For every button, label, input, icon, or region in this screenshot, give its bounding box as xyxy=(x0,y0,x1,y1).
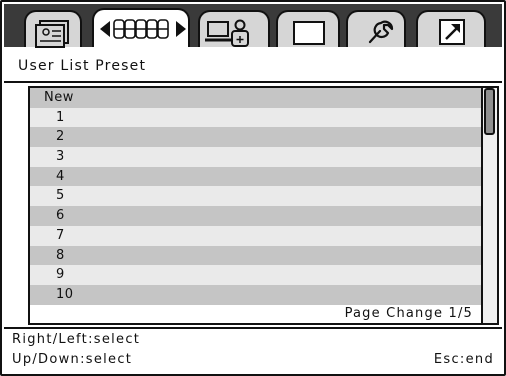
tab-user-list[interactable] xyxy=(24,10,82,48)
tab-bar xyxy=(4,4,502,48)
user-computer-icon xyxy=(205,19,249,47)
preset-rows: New 1 2 3 4 5 6 7 8 9 10 xyxy=(30,88,483,305)
tab-blank-display[interactable] xyxy=(276,10,340,47)
footer-divider xyxy=(4,327,502,329)
tab-export[interactable] xyxy=(416,10,486,47)
list-item[interactable]: 6 xyxy=(30,206,483,226)
title-divider xyxy=(4,81,502,83)
list-item[interactable]: 3 xyxy=(30,147,483,167)
preset-list: New 1 2 3 4 5 6 7 8 9 10 Page Change 1/5 xyxy=(28,86,499,325)
scroll-thumb[interactable] xyxy=(484,88,495,135)
tab-wrench[interactable] xyxy=(346,10,406,47)
list-item[interactable]: 7 xyxy=(30,225,483,246)
list-item[interactable]: 10 xyxy=(30,284,483,305)
list-item[interactable]: 1 xyxy=(30,107,483,128)
user-list-icon xyxy=(35,20,69,48)
blank-display-icon xyxy=(293,21,325,45)
list-item[interactable]: 8 xyxy=(30,245,483,266)
list-item[interactable]: 4 xyxy=(30,166,483,187)
list-item[interactable]: 2 xyxy=(30,127,483,148)
list-item[interactable]: 5 xyxy=(30,186,483,207)
page-change-indicator: Page Change 1/5 xyxy=(344,306,473,321)
key-presets-icon xyxy=(100,19,186,39)
help-esc: Esc:end xyxy=(433,352,494,367)
list-item-new[interactable]: New xyxy=(30,88,483,108)
tab-key-presets[interactable] xyxy=(92,8,190,47)
export-arrow-icon xyxy=(439,19,465,45)
list-item[interactable]: 9 xyxy=(30,265,483,285)
help-right-left: Right/Left:select xyxy=(12,332,141,347)
page-title: User List Preset xyxy=(18,58,147,74)
scrollbar[interactable] xyxy=(481,88,497,323)
preset-screen: User List Preset New 1 2 3 4 5 6 7 8 9 1… xyxy=(0,0,506,376)
wrench-icon xyxy=(368,20,394,44)
help-up-down: Up/Down:select xyxy=(12,352,133,367)
tab-user-computer[interactable] xyxy=(198,10,270,47)
